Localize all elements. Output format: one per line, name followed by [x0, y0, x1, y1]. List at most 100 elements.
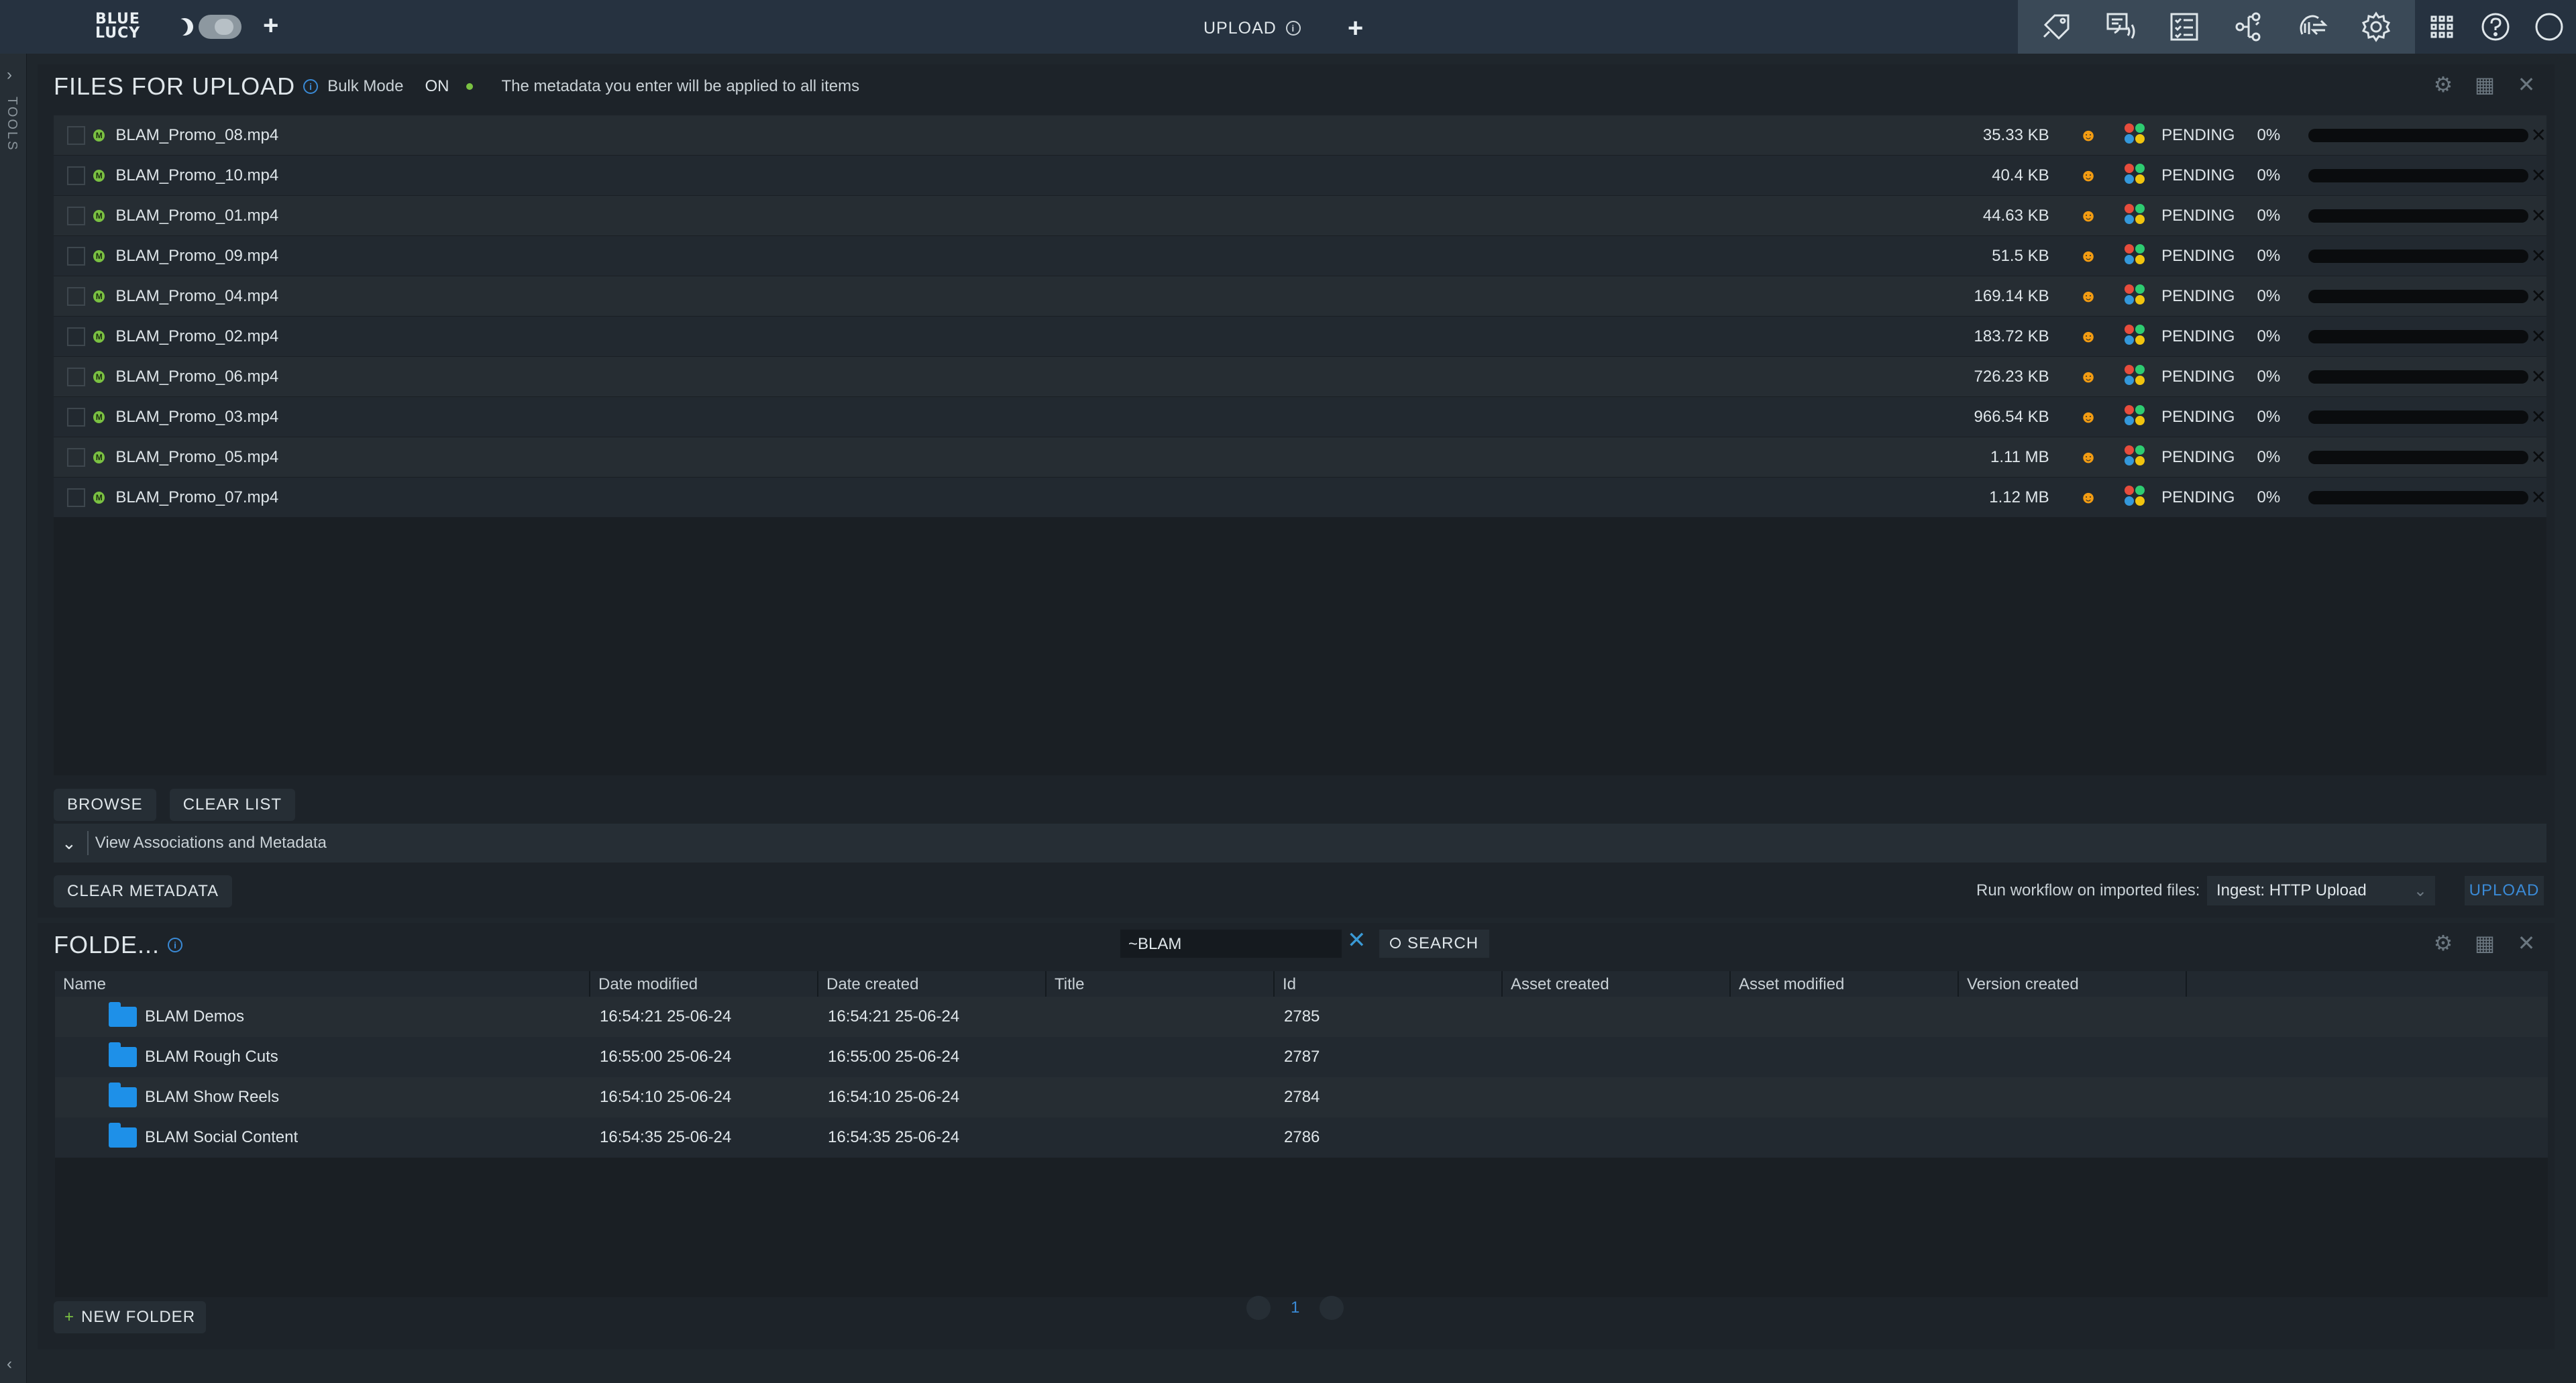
file-select-checkbox[interactable] — [67, 488, 86, 507]
bluelucy-logo[interactable]: BLUE LUCY — [95, 12, 146, 42]
owner-icon[interactable]: ☻ — [2079, 205, 2098, 226]
bulk-status-dot — [466, 83, 474, 90]
workflow-select[interactable]: Ingest: HTTP Upload ⌄ — [2207, 876, 2435, 905]
next-page-button[interactable] — [1320, 1296, 1344, 1320]
metadata-colors-icon[interactable] — [2125, 324, 2148, 349]
table-row[interactable]: BLAM Demos 16:54:21 25-06-24 16:54:21 25-0… — [55, 997, 2548, 1037]
metadata-colors-icon[interactable] — [2125, 123, 2148, 148]
info-icon[interactable]: i — [303, 79, 319, 94]
table-row[interactable]: BLAM Social Content 16:54:35 25-06-24 16:5… — [55, 1117, 2548, 1158]
media-type-icon: M — [93, 129, 105, 142]
table-cell: 2785 — [1284, 1007, 1320, 1026]
file-select-checkbox[interactable] — [67, 407, 86, 427]
metadata-colors-icon[interactable] — [2125, 203, 2148, 228]
file-select-checkbox[interactable] — [67, 286, 86, 306]
owner-icon[interactable]: ☻ — [2079, 406, 2098, 427]
metadata-colors-icon[interactable] — [2125, 243, 2148, 268]
column-header[interactable]: Name — [55, 971, 590, 997]
table-cell: BLAM Demos — [55, 1002, 590, 1027]
panel-layout-grid-icon[interactable]: ▦ — [2473, 72, 2497, 97]
workflow-icon[interactable] — [2231, 9, 2267, 45]
owner-icon[interactable]: ☻ — [2079, 245, 2098, 266]
remove-file-icon[interactable]: ✕ — [2531, 325, 2546, 347]
upload-button[interactable]: UPLOAD — [2465, 876, 2544, 905]
media-type-icon: M — [93, 330, 105, 343]
file-select-checkbox[interactable] — [67, 246, 86, 266]
panel-settings-gear-icon[interactable]: ⚙ — [2431, 72, 2455, 97]
close-panel-icon[interactable]: ✕ — [2514, 72, 2538, 97]
owner-icon[interactable]: ☻ — [2079, 487, 2098, 508]
file-progress-percent: 0% — [2257, 125, 2281, 144]
remove-file-icon[interactable]: ✕ — [2531, 446, 2546, 468]
file-select-checkbox[interactable] — [67, 206, 86, 225]
theme-toggle[interactable] — [176, 15, 241, 39]
owner-icon[interactable]: ☻ — [2079, 326, 2098, 347]
active-tab[interactable]: UPLOAD i + — [1203, 15, 1364, 42]
owner-icon[interactable]: ☻ — [2079, 125, 2098, 146]
media-speech-icon[interactable] — [2102, 9, 2139, 45]
file-select-checkbox[interactable] — [67, 367, 86, 386]
owner-icon[interactable]: ☻ — [2079, 165, 2098, 186]
table-row[interactable]: BLAM Show Reels 16:54:10 25-06-24 16:54:10… — [55, 1077, 2548, 1117]
remove-file-icon[interactable]: ✕ — [2531, 205, 2546, 227]
column-header[interactable]: Id — [1275, 971, 1503, 997]
apps-grid-icon[interactable] — [2424, 9, 2460, 45]
column-header[interactable]: Version created — [1959, 971, 2187, 997]
remove-file-icon[interactable]: ✕ — [2531, 285, 2546, 307]
file-select-checkbox[interactable] — [67, 447, 86, 467]
metadata-colors-icon[interactable] — [2125, 364, 2148, 389]
user-avatar-icon[interactable] — [2531, 9, 2567, 45]
table-row[interactable]: BLAM Rough Cuts 16:55:00 25-06-24 16:55:00… — [55, 1037, 2548, 1077]
metadata-colors-icon[interactable] — [2125, 485, 2148, 510]
transfer-icon[interactable] — [2294, 9, 2330, 45]
clear-metadata-button[interactable]: CLEAR METADATA — [54, 875, 233, 907]
file-select-checkbox[interactable] — [67, 166, 86, 185]
panel-layout-grid-icon[interactable]: ▦ — [2473, 931, 2497, 955]
prev-page-button[interactable] — [1246, 1296, 1271, 1320]
remove-file-icon[interactable]: ✕ — [2531, 366, 2546, 388]
owner-icon[interactable]: ☻ — [2079, 366, 2098, 387]
column-header[interactable]: Asset created — [1503, 971, 1731, 997]
add-tab-plus-icon[interactable]: + — [263, 12, 278, 39]
current-page[interactable]: 1 — [1291, 1298, 1299, 1317]
checklist-icon[interactable] — [2166, 9, 2202, 45]
help-icon[interactable] — [2477, 9, 2514, 45]
metadata-colors-icon[interactable] — [2125, 284, 2148, 309]
column-header[interactable]: Date modified — [590, 971, 818, 997]
file-select-checkbox[interactable] — [67, 327, 86, 346]
collapse-chevron-icon[interactable]: ‹ — [7, 1355, 12, 1374]
clear-search-icon[interactable]: ✕ — [1347, 927, 1366, 954]
column-header[interactable]: Asset modified — [1731, 971, 1959, 997]
remove-file-icon[interactable]: ✕ — [2531, 164, 2546, 186]
tag-icon[interactable] — [2039, 9, 2075, 45]
remove-file-icon[interactable]: ✕ — [2531, 406, 2546, 428]
owner-icon[interactable]: ☻ — [2079, 286, 2098, 307]
column-header[interactable]: Date created — [818, 971, 1046, 997]
metadata-colors-icon[interactable] — [2125, 404, 2148, 429]
metadata-colors-icon[interactable] — [2125, 445, 2148, 469]
owner-icon[interactable]: ☻ — [2079, 447, 2098, 467]
info-icon[interactable]: i — [168, 938, 183, 952]
close-panel-icon[interactable]: ✕ — [2514, 931, 2538, 955]
remove-file-icon[interactable]: ✕ — [2531, 245, 2546, 267]
bulk-mode-toggle[interactable]: ON — [425, 77, 449, 96]
metadata-colors-icon[interactable] — [2125, 163, 2148, 188]
new-folder-button[interactable]: + NEW FOLDER — [54, 1301, 207, 1333]
browse-button[interactable]: BROWSE — [54, 789, 156, 821]
file-progress-bar — [2308, 289, 2528, 303]
file-select-checkbox[interactable] — [67, 125, 86, 145]
column-header[interactable]: Title — [1046, 971, 1275, 997]
remove-file-icon[interactable]: ✕ — [2531, 124, 2546, 146]
add-panel-plus-icon[interactable]: + — [1348, 15, 1364, 42]
search-button[interactable]: SEARCH — [1379, 930, 1490, 958]
remove-file-icon[interactable]: ✕ — [2531, 486, 2546, 508]
expand-tools-chevron-icon[interactable]: › — [7, 66, 12, 85]
associations-metadata-toggle[interactable]: ⌄ View Associations and Metadata — [54, 824, 2546, 863]
clear-list-button[interactable]: CLEAR LIST — [169, 789, 296, 821]
info-icon[interactable]: i — [1285, 21, 1301, 36]
active-tab-title: UPLOAD — [1203, 18, 1277, 38]
folder-search-input[interactable]: ~BLAM — [1120, 930, 1342, 958]
panel-settings-gear-icon[interactable]: ⚙ — [2431, 931, 2455, 955]
theme-switch[interactable] — [199, 15, 241, 39]
settings-gear-icon[interactable] — [2358, 9, 2394, 45]
